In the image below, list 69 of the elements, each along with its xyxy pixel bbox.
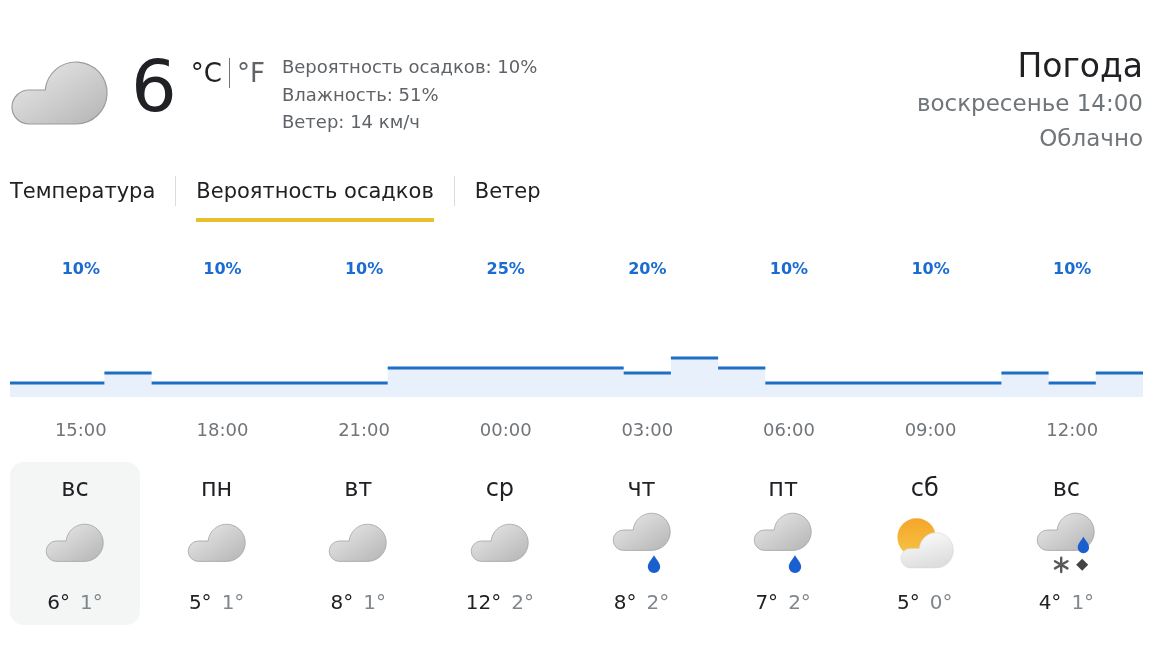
percent-label: 10% [344, 258, 384, 280]
percent-label: 10% [1053, 258, 1092, 280]
percent-label: 10% [61, 258, 100, 280]
day-card[interactable]: пн 5° 1° [151, 462, 282, 625]
percent-label: 20% [628, 258, 667, 280]
cloud-icon [328, 523, 389, 563]
day-label: вс [1052, 475, 1081, 501]
low-temperature: 1° [221, 590, 245, 614]
time-label: 18:00 [196, 419, 249, 441]
percent-label: 25% [486, 258, 525, 280]
day-card[interactable]: вс 4° 1° [1001, 462, 1132, 625]
detail-text: Ветер: 14 км/ч [281, 110, 421, 134]
cloud-icon [45, 523, 105, 563]
high-temperature: 8° [330, 590, 354, 614]
time-label: 09:00 [904, 419, 957, 441]
high-temperature: 4° [1038, 590, 1062, 614]
detail-text: Влажность: 51% [281, 82, 440, 107]
high-temperature: 5° [188, 590, 212, 614]
day-label: ср [485, 475, 515, 501]
high-temperature: 5° [897, 590, 920, 614]
day-label: пт [768, 475, 798, 501]
day-label: вс [61, 475, 89, 501]
day-label: вт [344, 475, 373, 501]
day-card[interactable]: вт 8° 1° [293, 462, 424, 625]
cloud-icon [186, 523, 247, 563]
widget-title: Погода [1017, 46, 1143, 86]
day-card[interactable]: ср 12° 2° [434, 462, 565, 625]
time-label: 03:00 [621, 419, 674, 441]
day-label: чт [627, 475, 656, 501]
detail-text: Вероятность осадков: 10% [281, 55, 538, 79]
percent-label: 10% [769, 258, 809, 280]
day-label: сб [910, 475, 939, 501]
low-temperature: 2° [788, 590, 811, 614]
time-label: 21:00 [338, 419, 390, 441]
time-label: 06:00 [763, 419, 815, 441]
day-card[interactable]: пт 7° 2° [718, 462, 849, 625]
unit-button[interactable]: °F [236, 58, 265, 88]
day-card[interactable]: сб 5° 0° [859, 462, 990, 625]
high-temperature: 6° [47, 590, 70, 614]
unit-button[interactable]: °C [190, 58, 222, 88]
percent-label: 10% [203, 258, 242, 280]
low-temperature: 0° [929, 590, 953, 614]
tab[interactable]: Ветер [474, 176, 541, 222]
day-label: пн [200, 475, 233, 501]
low-temperature: 2° [511, 590, 534, 614]
time-label: 00:00 [479, 419, 532, 441]
time-label: 15:00 [54, 419, 107, 441]
condition-text: Облачно [1039, 124, 1143, 153]
percent-label: 10% [911, 258, 950, 280]
low-temperature: 1° [1071, 590, 1095, 614]
cloud-icon [10, 60, 110, 126]
current-temperature: 6 [131, 50, 177, 122]
cloud-rain-icon [753, 511, 814, 575]
low-temperature: 1° [363, 590, 386, 614]
time-label: 12:00 [1046, 419, 1099, 441]
high-temperature: 7° [755, 590, 779, 614]
high-temperature: 8° [613, 590, 637, 614]
tab[interactable]: Вероятность осадков [196, 176, 434, 222]
date-time-text: воскресенье 14:00 [916, 89, 1143, 118]
cloud-icon [469, 523, 530, 563]
high-temperature: 12° [465, 590, 502, 614]
day-card[interactable]: вс 6° 1° [10, 462, 140, 625]
cloud-rain-icon [611, 511, 672, 575]
low-temperature: 2° [646, 590, 670, 614]
low-temperature: 1° [80, 590, 103, 614]
cloud-rain-snow-icon [1036, 511, 1097, 575]
day-card[interactable]: чт 8° 2° [576, 462, 707, 625]
tab[interactable]: Температура [10, 176, 156, 222]
sun-cloud-icon [894, 516, 955, 570]
